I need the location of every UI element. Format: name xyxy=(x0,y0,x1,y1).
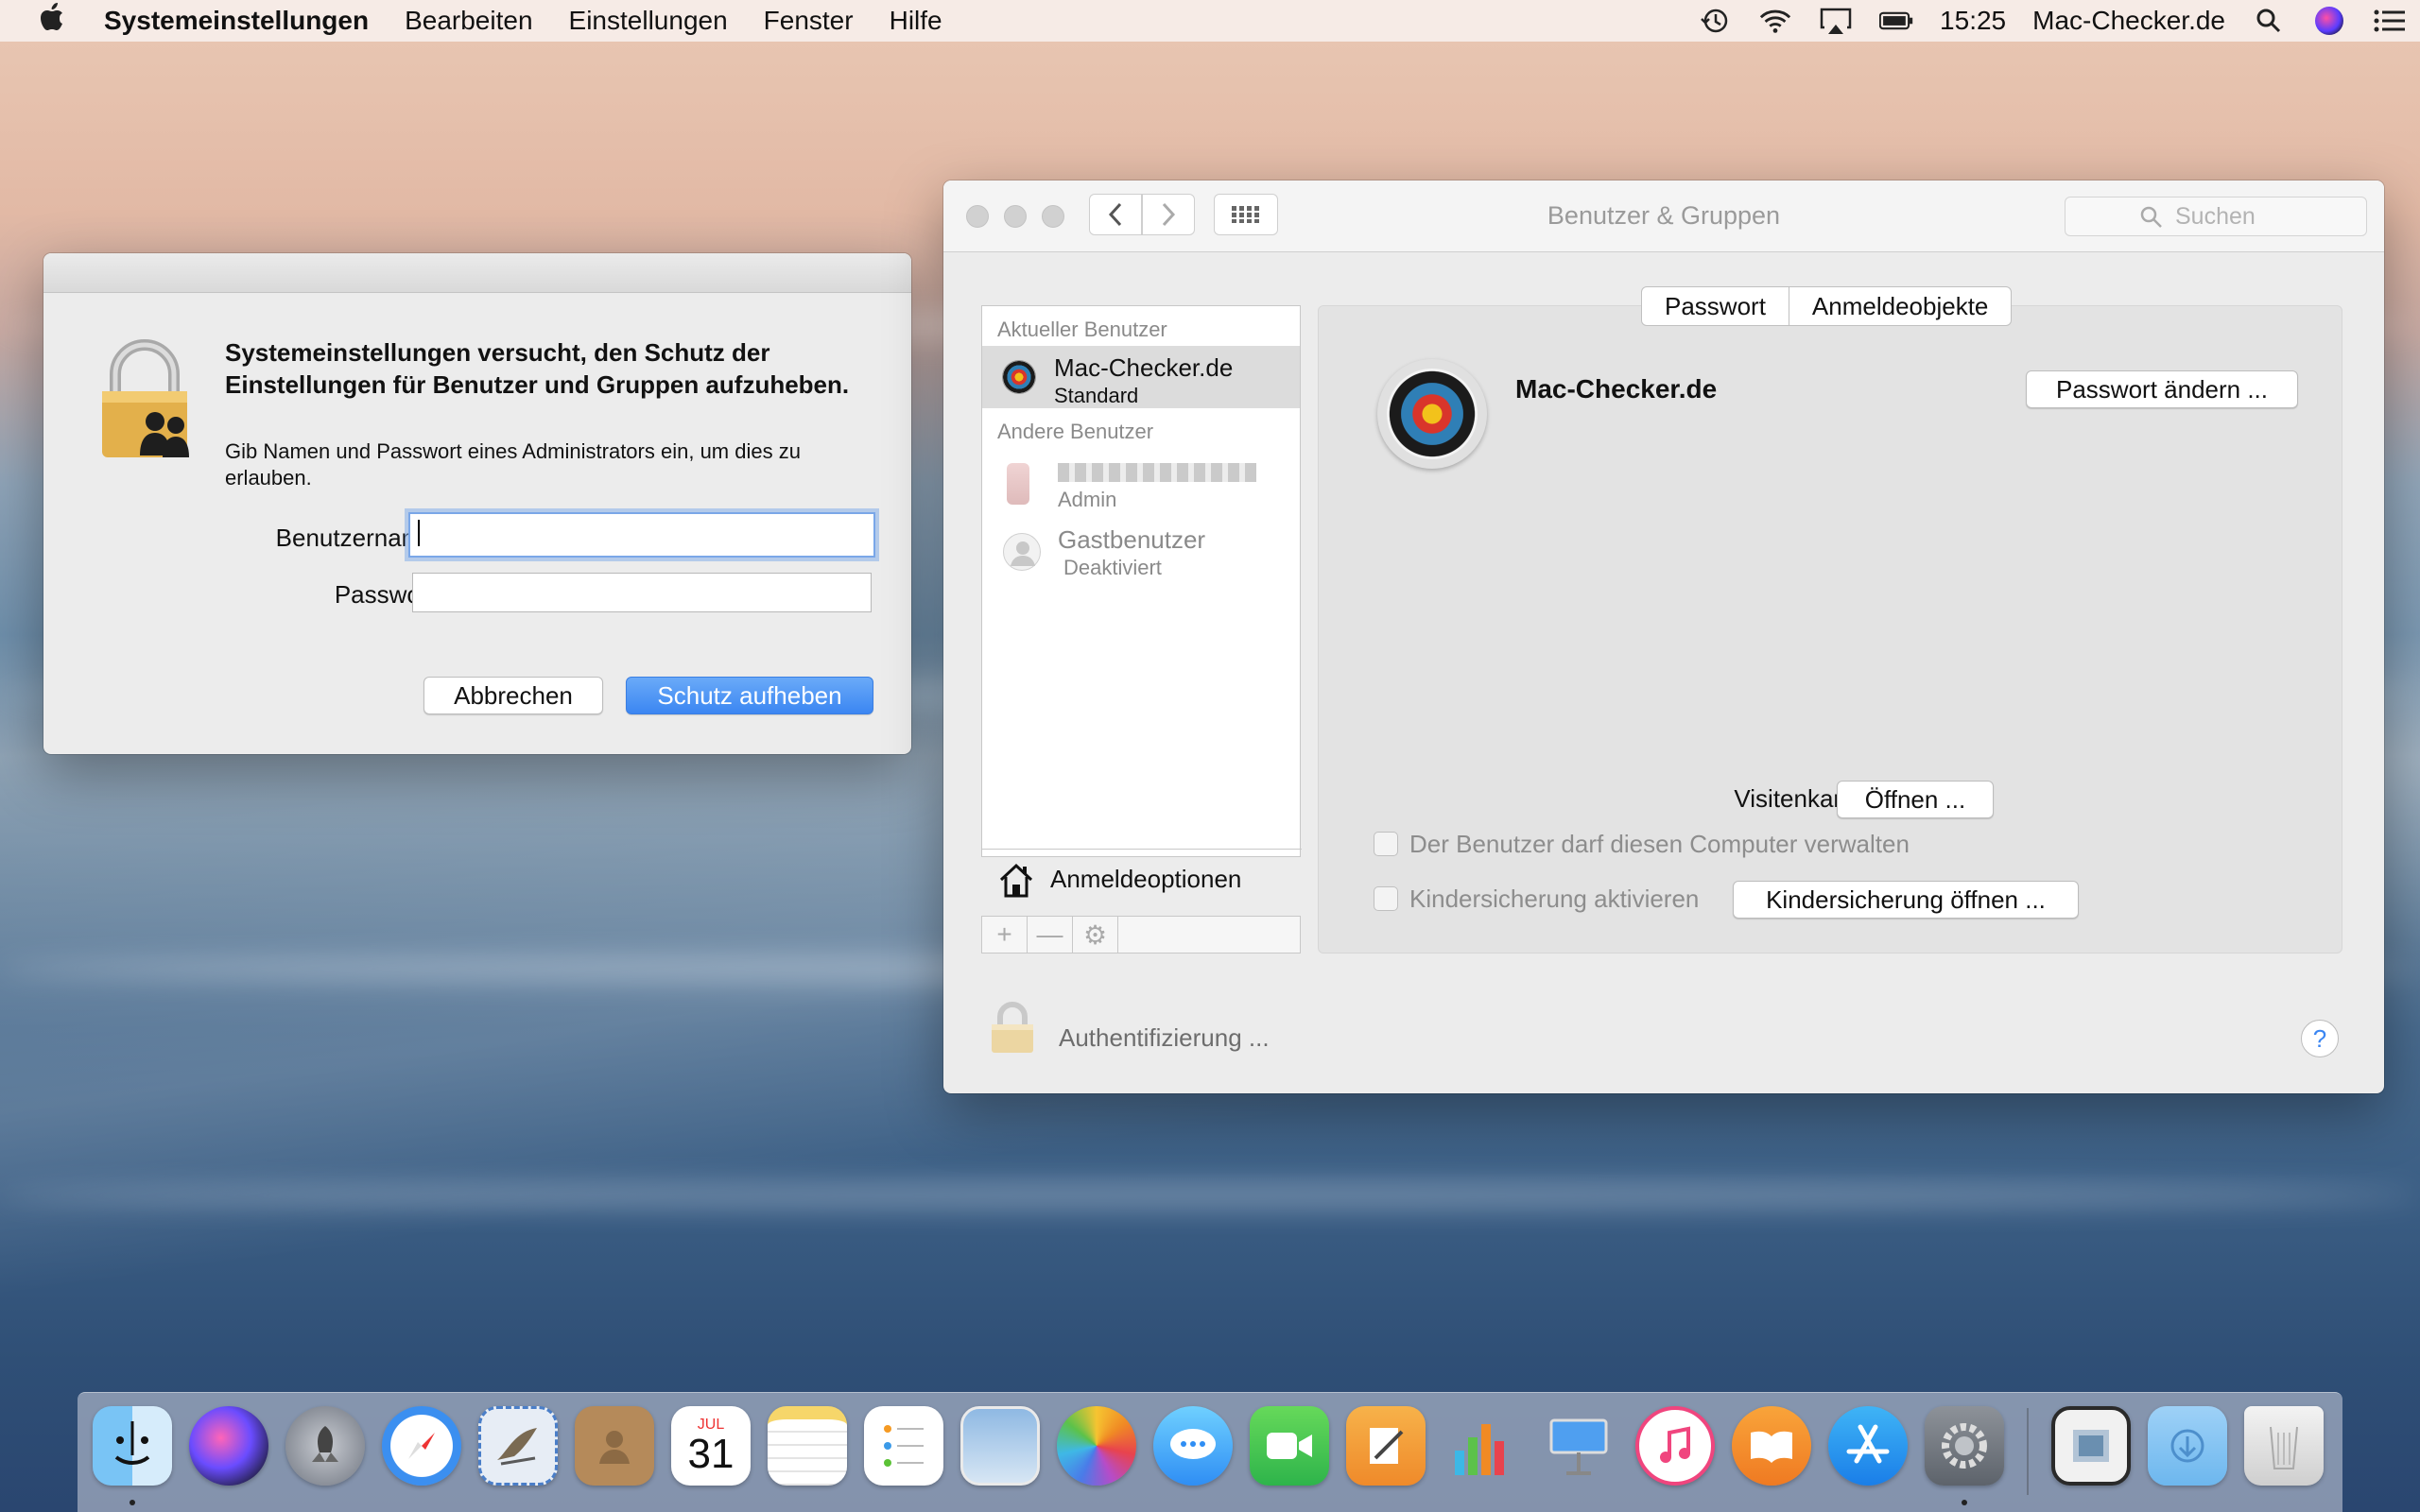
login-options-label: Anmeldeoptionen xyxy=(1050,865,1242,893)
guest-user-name: Gastbenutzer xyxy=(1058,525,1206,554)
user-list-toolbar: + — ⚙ xyxy=(981,916,1301,954)
battery-icon[interactable] xyxy=(1879,7,1913,35)
mail-icon[interactable] xyxy=(478,1406,558,1486)
change-password-button[interactable]: Passwort ändern ... xyxy=(2026,370,2298,408)
lock-icon[interactable] xyxy=(989,1001,1036,1058)
allow-admin-checkbox[interactable] xyxy=(1374,832,1398,856)
notification-center-icon[interactable] xyxy=(2373,7,2407,35)
add-user-button[interactable]: + xyxy=(982,917,1028,953)
users-groups-window: Benutzer & Gruppen Suchen Aktueller Benu… xyxy=(943,180,2384,1093)
dialog-heading: Systemeinstellungen versucht, den Schutz… xyxy=(225,338,850,399)
notes-icon[interactable] xyxy=(768,1406,847,1486)
open-parental-controls-button[interactable]: Kindersicherung öffnen ... xyxy=(1733,881,2079,919)
app-store-icon[interactable] xyxy=(1828,1406,1908,1486)
airplay-icon[interactable] xyxy=(1819,7,1853,35)
dialog-titlebar[interactable] xyxy=(43,253,911,293)
parental-controls-checkbox[interactable] xyxy=(1374,886,1398,911)
user-list: Aktueller Benutzer Mac-Checker.de Standa… xyxy=(981,305,1302,898)
wifi-icon[interactable] xyxy=(1758,7,1792,35)
search-field[interactable]: Suchen xyxy=(2065,197,2367,236)
admin-avatar-icon xyxy=(1007,463,1029,505)
launchpad-icon[interactable] xyxy=(285,1406,365,1486)
menu-user-name[interactable]: Mac-Checker.de xyxy=(2032,6,2225,36)
system-preferences-icon[interactable] xyxy=(1925,1406,2004,1486)
open-contact-button[interactable]: Öffnen ... xyxy=(1837,781,1994,818)
calendar-icon[interactable]: JUL 31 xyxy=(671,1406,751,1486)
safari-icon[interactable] xyxy=(382,1406,461,1486)
preview-icon[interactable] xyxy=(2051,1406,2131,1486)
photo-booth-icon[interactable] xyxy=(960,1406,1040,1486)
parental-controls-label: Kindersicherung aktivieren xyxy=(1409,885,1700,913)
clock[interactable]: 15:25 xyxy=(1940,6,2006,36)
trash-icon[interactable] xyxy=(2244,1406,2324,1486)
guest-avatar-icon xyxy=(1003,533,1041,571)
target-user-icon xyxy=(1377,359,1487,469)
menu-app-name[interactable]: Systemeinstellungen xyxy=(104,6,387,36)
time-machine-icon[interactable] xyxy=(1698,7,1732,35)
siri-app-icon[interactable] xyxy=(189,1406,268,1486)
target-avatar-icon xyxy=(1003,361,1035,393)
house-icon xyxy=(997,861,1035,905)
search-placeholder: Suchen xyxy=(2175,202,2256,230)
apple-logo-icon[interactable] xyxy=(0,3,104,39)
spotlight-search-icon[interactable] xyxy=(2252,7,2286,35)
authentication-dialog: Systemeinstellungen versucht, den Schutz… xyxy=(43,253,911,754)
allow-admin-label: Der Benutzer darf diesen Computer verwal… xyxy=(1409,830,1910,858)
cancel-button[interactable]: Abbrechen xyxy=(424,677,603,714)
current-user-header: Aktueller Benutzer xyxy=(997,318,1167,341)
admin-user-role: Admin xyxy=(1058,488,1117,511)
current-user-name: Mac-Checker.de xyxy=(1054,353,1234,382)
menu-hilfe[interactable]: Hilfe xyxy=(872,6,960,36)
login-options-item[interactable]: Anmeldeoptionen xyxy=(982,849,1302,909)
menu-einstellungen[interactable]: Einstellungen xyxy=(551,6,746,36)
photos-icon[interactable] xyxy=(1057,1406,1136,1486)
authentication-status: Authentifizierung ... xyxy=(1059,1023,1270,1052)
guest-user-role: Deaktiviert xyxy=(1063,556,1162,579)
itunes-icon[interactable] xyxy=(1635,1406,1715,1486)
window-titlebar[interactable]: Benutzer & Gruppen Suchen xyxy=(943,180,2384,252)
menu-bearbeiten[interactable]: Bearbeiten xyxy=(387,6,550,36)
calendar-day: 31 xyxy=(687,1431,735,1477)
wallpaper-streak xyxy=(0,1181,2420,1210)
siri-icon[interactable] xyxy=(2312,7,2346,35)
ibooks-icon[interactable] xyxy=(1732,1406,1811,1486)
downloads-folder-icon[interactable] xyxy=(2148,1406,2227,1486)
dock-separator xyxy=(2027,1408,2029,1495)
reminders-icon[interactable] xyxy=(864,1406,943,1486)
list-item-admin-user[interactable]: Admin xyxy=(982,454,1300,514)
password-field[interactable] xyxy=(412,573,872,612)
search-icon xyxy=(2139,205,2164,236)
tab-password[interactable]: Passwort xyxy=(1642,287,1789,325)
remove-user-button[interactable]: — xyxy=(1028,917,1073,953)
gear-icon[interactable]: ⚙ xyxy=(1073,917,1118,953)
current-user-role: Standard xyxy=(1054,384,1139,407)
pages-icon[interactable] xyxy=(1346,1406,1426,1486)
dialog-message: Gib Namen und Passwort eines Administrat… xyxy=(225,439,801,490)
numbers-icon[interactable] xyxy=(1443,1406,1522,1486)
detail-pane: Mac-Checker.de Passwort ändern ... Visit… xyxy=(1318,305,2342,954)
list-item-guest-user[interactable]: Gastbenutzer Deaktiviert xyxy=(982,520,1300,580)
running-indicator xyxy=(130,1500,135,1505)
help-button[interactable]: ? xyxy=(2301,1020,2339,1057)
unlock-button[interactable]: Schutz aufheben xyxy=(626,677,873,714)
text-caret xyxy=(418,520,420,546)
menu-fenster[interactable]: Fenster xyxy=(746,6,872,36)
running-indicator xyxy=(1962,1500,1967,1505)
messages-icon[interactable] xyxy=(1153,1406,1233,1486)
facetime-icon[interactable] xyxy=(1250,1406,1329,1486)
username-field[interactable] xyxy=(408,512,875,558)
menu-bar: Systemeinstellungen Bearbeiten Einstellu… xyxy=(0,0,2420,42)
finder-icon[interactable] xyxy=(93,1406,172,1486)
tab-login-items[interactable]: Anmeldeobjekte xyxy=(1788,287,2011,325)
user-display-name: Mac-Checker.de xyxy=(1515,374,1718,404)
blurred-user-name xyxy=(1058,463,1256,482)
list-item-current-user[interactable]: Mac-Checker.de Standard xyxy=(982,346,1300,408)
contacts-icon[interactable] xyxy=(575,1406,654,1486)
tab-bar: Passwort Anmeldeobjekte xyxy=(1641,286,2013,326)
other-users-header: Andere Benutzer xyxy=(997,420,1154,443)
keynote-icon[interactable] xyxy=(1539,1406,1618,1486)
lock-users-icon xyxy=(93,338,197,461)
